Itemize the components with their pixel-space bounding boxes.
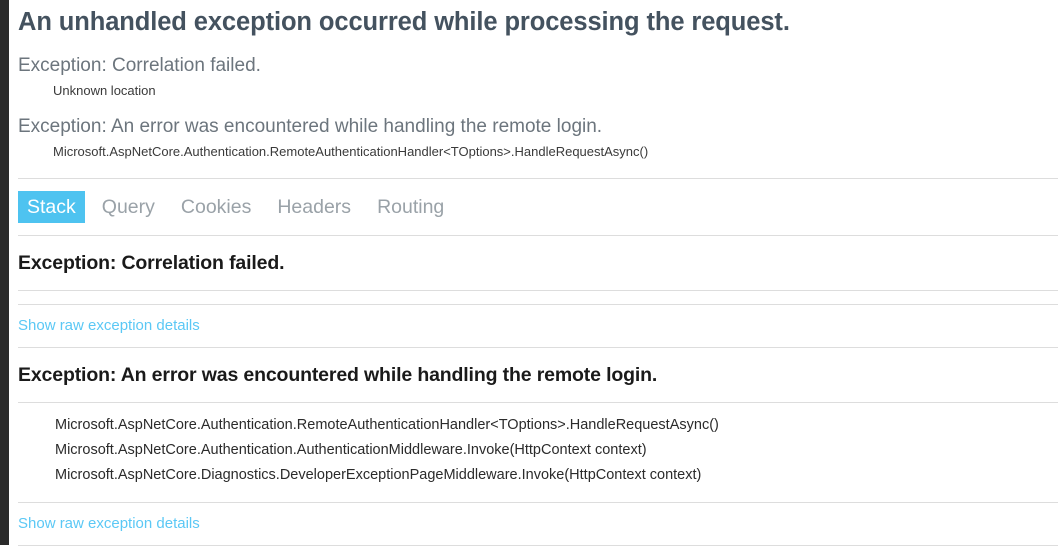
exception-summary-1: Exception: An error was encountered whil… (18, 116, 603, 137)
tab-stack[interactable]: Stack (18, 191, 85, 223)
exception-summary-0: Exception: Correlation failed. (18, 55, 261, 76)
tab-routing[interactable]: Routing (368, 191, 453, 223)
exception-section-title-0: Exception: Correlation failed. (18, 252, 285, 274)
stack-frame[interactable]: Microsoft.AspNetCore.Diagnostics.Develop… (18, 463, 1058, 488)
tab-query[interactable]: Query (93, 191, 164, 223)
exception-section-title-1: Exception: An error was encountered whil… (18, 364, 658, 386)
page-title: An unhandled exception occurred while pr… (18, 8, 790, 36)
stack-frame[interactable]: Microsoft.AspNetCore.Authentication.Auth… (18, 438, 1058, 463)
show-raw-exception-details-link-1[interactable]: Show raw exception details (18, 515, 200, 532)
raw-details-row-0: Show raw exception details (9, 305, 1063, 347)
exception-header: An unhandled exception occurred while pr… (9, 0, 1063, 161)
developer-exception-page: An unhandled exception occurred while pr… (9, 0, 1063, 546)
stack-frame[interactable]: Microsoft.AspNetCore.Authentication.Remo… (18, 413, 1058, 438)
exception-location-1: Microsoft.AspNetCore.Authentication.Remo… (53, 144, 649, 159)
header-bottom-spacer (9, 161, 1063, 178)
exception-location-0: Unknown location (53, 83, 156, 98)
tab-bar: Stack Query Cookies Headers Routing (9, 179, 1063, 235)
tab-cookies[interactable]: Cookies (172, 191, 260, 223)
exception-section-0: Exception: Correlation failed. Show raw … (9, 236, 1063, 348)
browser-left-gutter (0, 0, 9, 545)
empty-frames-row-0 (9, 291, 1063, 304)
exception-section-1: Exception: An error was encountered whil… (9, 348, 1063, 546)
tab-headers[interactable]: Headers (268, 191, 360, 223)
show-raw-exception-details-link-0[interactable]: Show raw exception details (18, 317, 200, 334)
stack-frame-list-1: Microsoft.AspNetCore.Authentication.Remo… (9, 403, 1063, 502)
raw-details-row-1: Show raw exception details (9, 503, 1063, 545)
stack-panel: Exception: Correlation failed. Show raw … (9, 236, 1063, 546)
